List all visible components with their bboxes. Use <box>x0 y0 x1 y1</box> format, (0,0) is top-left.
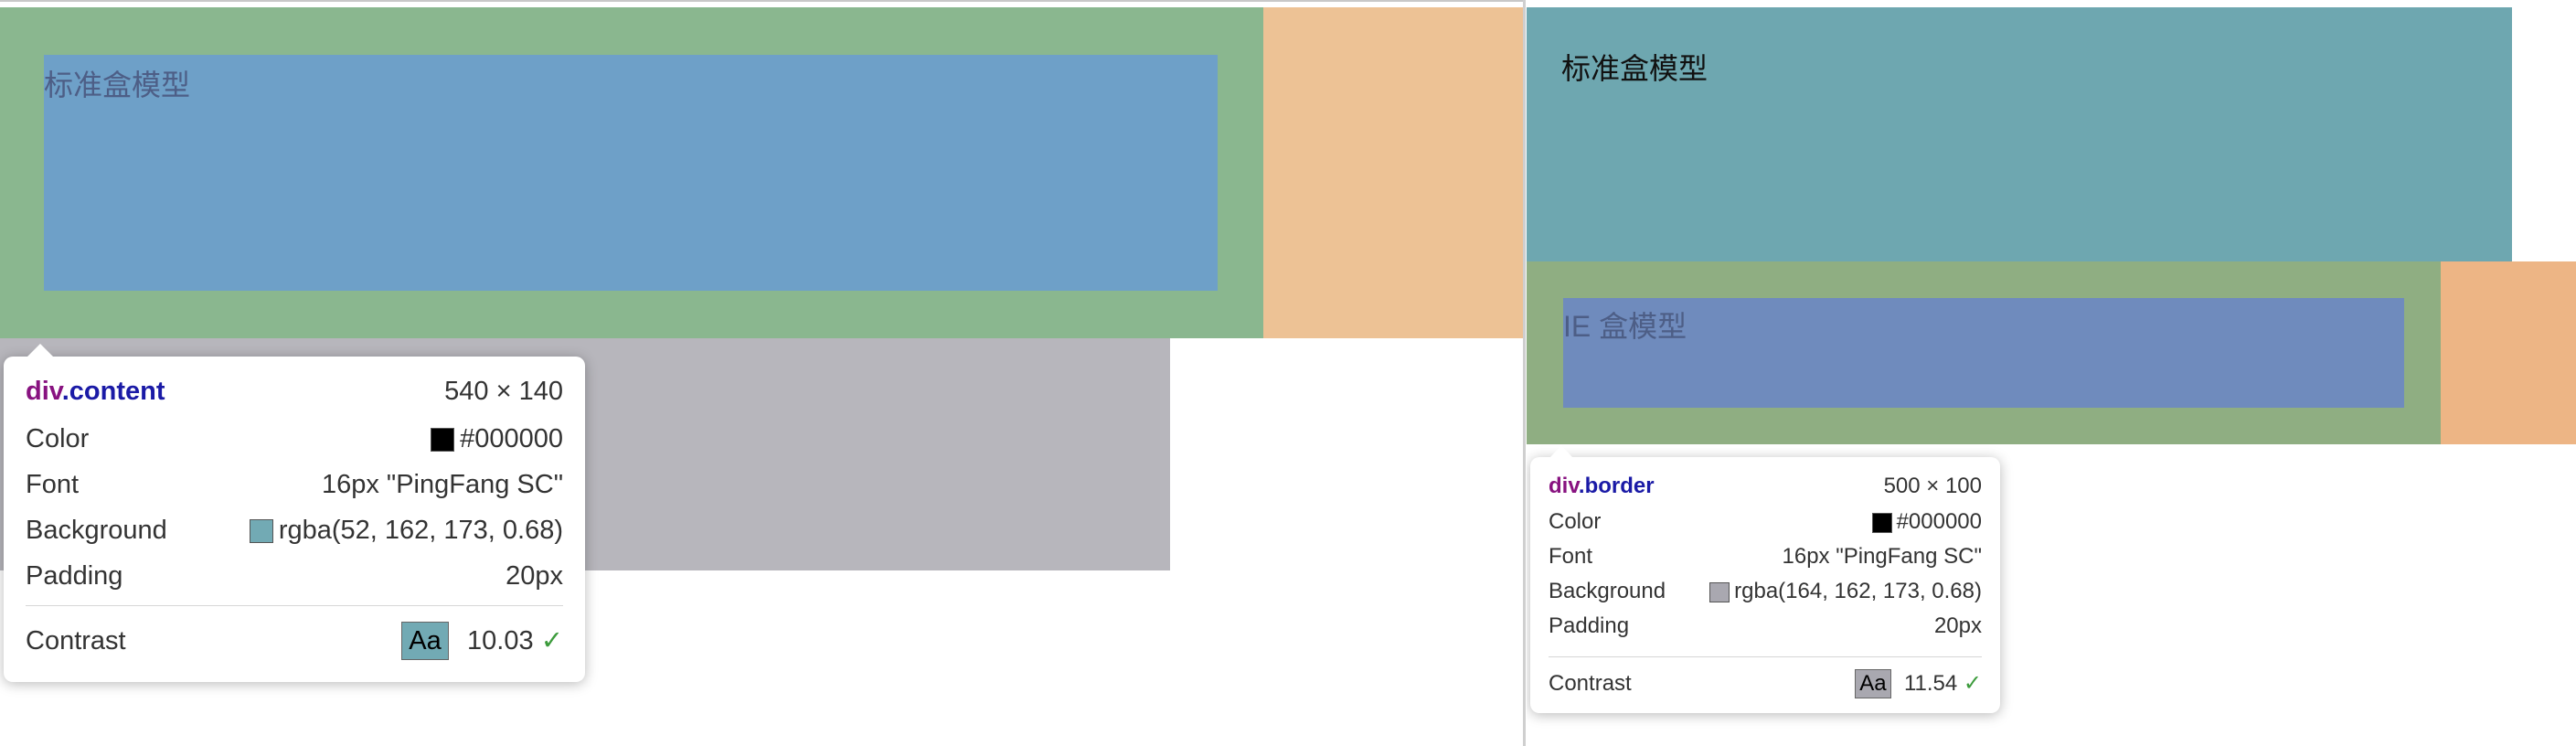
font-value: 16px "PingFang SC" <box>1782 544 1983 569</box>
background-swatch <box>1709 581 1730 602</box>
contrast-value: Aa 10.03 ✓ <box>401 622 563 660</box>
right-panel: 标准盒模型 IE 盒模型 div.border 500 × 100 Color … <box>1527 0 2576 746</box>
check-icon: ✓ <box>540 626 563 655</box>
font-label: Font <box>26 470 80 499</box>
padding-label: Padding <box>1549 613 1630 638</box>
contrast-sample: Aa <box>1854 669 1891 698</box>
content-area[interactable] <box>44 55 1218 291</box>
padding-value: 20px <box>1933 613 1982 638</box>
background-swatch <box>249 519 273 544</box>
color-swatch <box>431 428 455 453</box>
color-value: #000000 <box>1871 509 1982 535</box>
tooltip-divider <box>1549 656 1982 657</box>
ie-box-label: IE 盒模型 <box>1563 310 1687 343</box>
inspector-tooltip: div.content 540 × 140 Color #000000 Font… <box>4 344 585 682</box>
element-name: div.border <box>1549 474 1655 498</box>
contrast-label: Contrast <box>1549 671 1632 696</box>
background-label: Background <box>26 516 167 545</box>
element-size: 500 × 100 <box>1883 474 1982 498</box>
inspector-tooltip: div.border 500 × 100 Color #000000 Font … <box>1530 445 2000 713</box>
font-value: 16px "PingFang SC" <box>321 470 563 499</box>
color-value: #000000 <box>431 424 563 454</box>
background-label: Background <box>1549 579 1666 603</box>
panel-divider <box>1523 0 1526 746</box>
contrast-value: Aa 11.54 ✓ <box>1854 669 1982 698</box>
tooltip-arrow <box>1550 445 1572 457</box>
contrast-label: Contrast <box>26 625 126 655</box>
color-label: Color <box>26 424 90 453</box>
contrast-sample: Aa <box>401 622 450 660</box>
margin-area <box>2439 261 2576 444</box>
element-size: 540 × 140 <box>444 377 563 406</box>
tooltip-arrow <box>27 344 53 357</box>
left-panel: 标准盒模型 div.content 540 × 140 Color #00000… <box>0 0 1525 746</box>
color-swatch <box>1871 512 1892 533</box>
tooltip-divider <box>26 605 563 606</box>
background-value: rgba(52, 162, 173, 0.68) <box>249 516 563 546</box>
content-area[interactable] <box>1563 298 2404 408</box>
padding-value: 20px <box>506 561 563 591</box>
standard-box-label: 标准盒模型 <box>1561 52 1708 85</box>
check-icon: ✓ <box>1963 671 1982 696</box>
background-value: rgba(164, 162, 173, 0.68) <box>1709 579 1982 604</box>
element-name: div.content <box>26 377 165 406</box>
font-label: Font <box>1549 544 1593 569</box>
color-label: Color <box>1549 509 1602 534</box>
box-model-label: 标准盒模型 <box>44 69 191 101</box>
margin-area <box>1261 7 1525 338</box>
padding-label: Padding <box>26 561 123 591</box>
